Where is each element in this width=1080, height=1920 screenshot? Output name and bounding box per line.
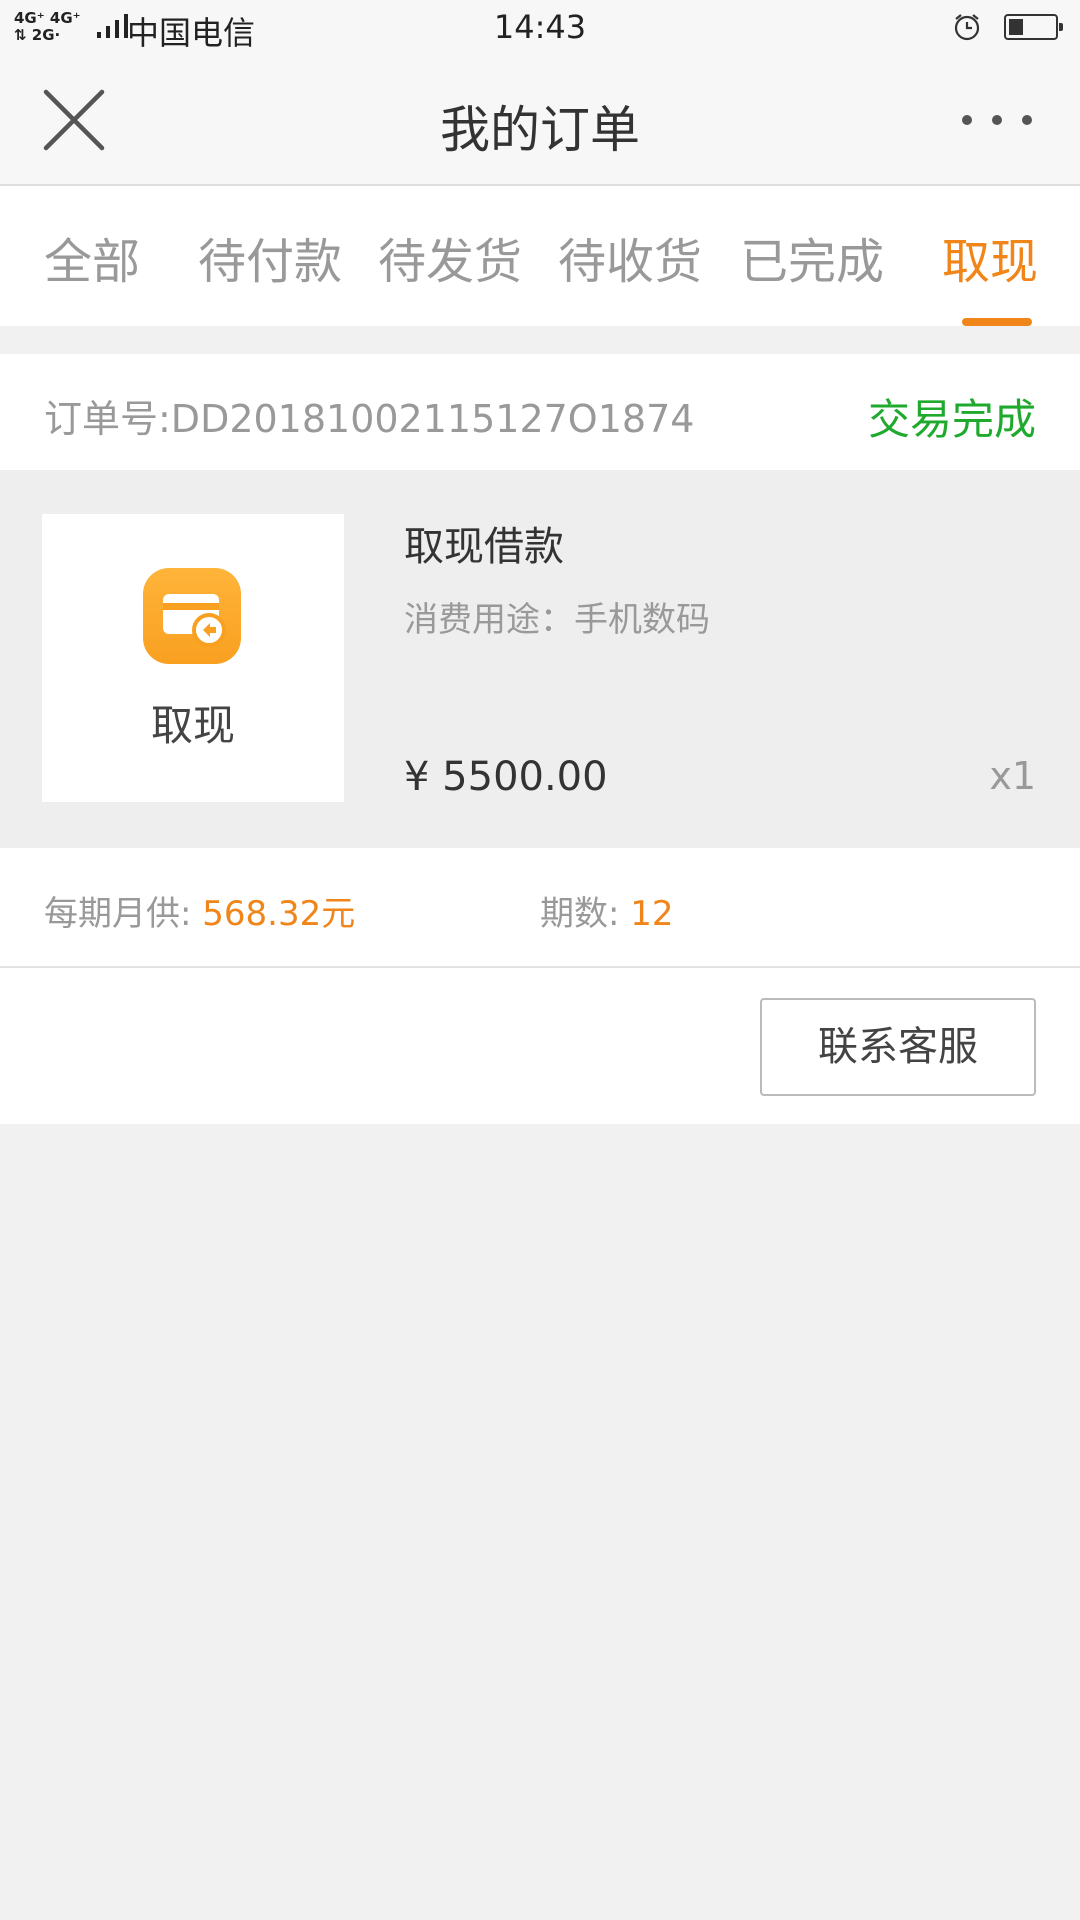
tab-all[interactable]: 全部 — [44, 222, 140, 292]
product-title: 取现借款 — [404, 524, 564, 570]
order-number: 订单号:DD20181002115127O1874 — [44, 397, 695, 441]
order-header: 订单号:DD20181002115127O1874 交易完成 — [0, 354, 1080, 470]
contact-service-button[interactable]: 联系客服 — [760, 998, 1036, 1096]
period-count-value: 12 — [630, 894, 674, 934]
cash-card-icon — [143, 568, 241, 664]
page-title: 我的订单 — [440, 101, 640, 159]
clock-time: 14:43 — [493, 8, 587, 46]
installment-info: 每期月供: 568.32元 期数: 12 — [0, 848, 1080, 968]
tab-pending-receipt[interactable]: 待收货 — [558, 222, 702, 292]
tab-pending-shipment[interactable]: 待发货 — [378, 222, 522, 292]
alarm-clock-icon — [954, 14, 980, 41]
order-tabs: 全部 待付款 待发货 待收货 已完成 取现 — [0, 186, 1080, 326]
thumbnail-label: 取现 — [150, 701, 235, 750]
order-status-badge: 交易完成 — [867, 395, 1036, 444]
active-tab-indicator — [962, 318, 1032, 326]
order-item[interactable]: 取现 取现借款 消费用途：手机数码 ¥ 5500.00 x1 — [0, 470, 1080, 848]
product-thumbnail: 取现 — [42, 514, 344, 802]
tab-completed[interactable]: 已完成 — [740, 222, 884, 292]
monthly-payment: 每期月供: 568.32元 — [44, 886, 355, 935]
tab-pending-payment[interactable]: 待付款 — [198, 222, 342, 292]
battery-low-icon — [1004, 14, 1063, 40]
product-price: ¥ 5500.00 — [404, 754, 608, 800]
order-actions: 联系客服 — [0, 968, 1080, 1124]
product-usage: 消费用途：手机数码 — [404, 600, 710, 640]
period-count: 期数: 12 — [540, 886, 674, 935]
tab-cash-withdrawal[interactable]: 取现 — [942, 222, 1038, 292]
status-bar: 4G⁺ 4G⁺ ⇅ 2G· 中国电信 14:43 — [0, 0, 1080, 56]
product-quantity: x1 — [989, 754, 1036, 798]
monthly-payment-label: 每期月供: — [44, 894, 203, 934]
navigation-bar: 我的订单 — [0, 56, 1080, 186]
more-dots-icon[interactable] — [962, 106, 1032, 134]
period-count-label: 期数: — [540, 894, 631, 934]
monthly-payment-value: 568.32元 — [202, 894, 356, 934]
